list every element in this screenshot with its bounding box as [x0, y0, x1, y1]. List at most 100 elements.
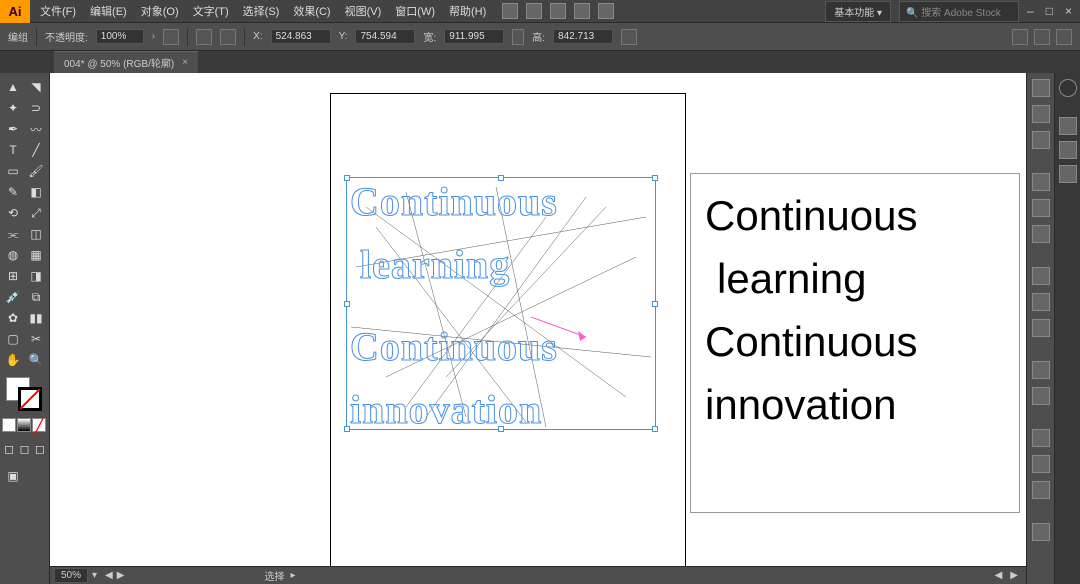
panel-r-1[interactable] [1059, 117, 1077, 135]
search-input[interactable]: 🔍 搜索 Adobe Stock [899, 1, 1019, 22]
cb-right-icon-1[interactable] [1012, 29, 1028, 45]
transform-panel-icon[interactable] [1032, 455, 1050, 473]
graphic-styles-panel-icon[interactable] [1032, 387, 1050, 405]
rectangle-tool[interactable]: ▭ [2, 161, 24, 181]
h-input[interactable]: 842.713 [553, 29, 613, 44]
cc-libraries-icon[interactable] [1059, 79, 1077, 97]
selection-mode: 编组 [8, 29, 28, 44]
magic-wand-tool[interactable]: ✦ [2, 98, 24, 118]
symbols-panel-icon[interactable] [1032, 523, 1050, 541]
properties-panel-icon[interactable] [1032, 79, 1050, 97]
screen-mode[interactable]: ▣ [2, 466, 24, 486]
menu-type[interactable]: 文字(T) [187, 0, 235, 22]
lasso-tool[interactable]: ⊃ [25, 98, 47, 118]
appearance-panel-icon[interactable] [1032, 361, 1050, 379]
tab-title: 004* @ 50% (RGB/轮廓) [64, 55, 174, 70]
type-tool[interactable]: T [2, 140, 24, 160]
align-icon-2[interactable] [220, 29, 236, 45]
selection-tool[interactable]: ▲ [2, 77, 24, 97]
fill-stroke-swatch[interactable] [2, 377, 47, 413]
slice-tool[interactable]: ✂ [25, 329, 47, 349]
swatches-panel-icon[interactable] [1032, 199, 1050, 217]
shaper-tool[interactable]: ✎ [2, 182, 24, 202]
menu-object[interactable]: 对象(O) [135, 0, 185, 22]
workspace-selector[interactable]: 基本功能 ▾ [825, 1, 891, 22]
y-input[interactable]: 754.594 [355, 29, 415, 44]
tab-close-icon[interactable]: × [182, 57, 188, 68]
menu-window[interactable]: 窗口(W) [389, 0, 441, 22]
direct-selection-tool[interactable]: ◥ [25, 77, 47, 97]
eyedropper-tool[interactable]: 💉 [2, 287, 24, 307]
menu-edit[interactable]: 编辑(E) [84, 0, 133, 22]
style-icon[interactable] [163, 29, 179, 45]
libraries-panel-icon[interactable] [1032, 131, 1050, 149]
nav-prev[interactable]: ◀ [105, 570, 113, 581]
window-minimize[interactable]: – [1027, 4, 1034, 18]
artboard-tool[interactable]: ▢ [2, 329, 24, 349]
document-tab[interactable]: 004* @ 50% (RGB/轮廓) × [54, 51, 198, 73]
menu-select[interactable]: 选择(S) [237, 0, 286, 22]
stroke-swatch[interactable] [18, 387, 42, 411]
draw-normal[interactable]: ◻ [2, 439, 16, 459]
x-input[interactable]: 524.863 [271, 29, 331, 44]
opacity-input[interactable]: 100% [96, 29, 144, 44]
quick-icon-5[interactable] [598, 3, 614, 19]
draw-behind[interactable]: ◻ [17, 439, 31, 459]
brushes-panel-icon[interactable] [1032, 225, 1050, 243]
pen-tool[interactable]: ✒ [2, 119, 24, 139]
menu-help[interactable]: 帮助(H) [443, 0, 492, 22]
scale-tool[interactable]: ⤢ [25, 203, 47, 223]
color-panel-icon[interactable] [1032, 173, 1050, 191]
eraser-tool[interactable]: ◧ [25, 182, 47, 202]
opacity-label: 不透明度: [45, 29, 88, 44]
gradient-tool[interactable]: ◨ [25, 266, 47, 286]
hand-tool[interactable]: ✋ [2, 350, 24, 370]
align-panel-icon[interactable] [1032, 429, 1050, 447]
gradient-panel-icon[interactable] [1032, 293, 1050, 311]
transparency-panel-icon[interactable] [1032, 319, 1050, 337]
panel-r-3[interactable] [1059, 165, 1077, 183]
blend-tool[interactable]: ⧉ [25, 287, 47, 307]
perspective-tool[interactable]: ▦ [25, 245, 47, 265]
shape-builder-tool[interactable]: ◍ [2, 245, 24, 265]
free-transform-tool[interactable]: ◫ [25, 224, 47, 244]
color-mode-gradient[interactable] [17, 418, 31, 432]
w-input[interactable]: 911.995 [444, 29, 504, 44]
pathfinder-panel-icon[interactable] [1032, 481, 1050, 499]
width-tool[interactable]: ⫘ [2, 224, 24, 244]
menu-file[interactable]: 文件(F) [34, 0, 82, 22]
stroke-panel-icon[interactable] [1032, 267, 1050, 285]
quick-icon-1[interactable] [502, 3, 518, 19]
curvature-tool[interactable]: 〰 [25, 119, 47, 139]
layers-panel-icon[interactable] [1032, 105, 1050, 123]
quick-icon-2[interactable] [526, 3, 542, 19]
menu-effect[interactable]: 效果(C) [287, 0, 336, 22]
scroll-right[interactable]: ▶ [1010, 570, 1018, 581]
canvas[interactable]: Continuous learning Continuous innovatio… [50, 73, 1026, 584]
window-close[interactable]: × [1065, 4, 1072, 18]
mesh-tool[interactable]: ⊞ [2, 266, 24, 286]
quick-icon-4[interactable] [574, 3, 590, 19]
nav-next[interactable]: ▶ [117, 570, 125, 581]
transform-icon[interactable] [621, 29, 637, 45]
scroll-left[interactable]: ◀ [995, 570, 1003, 581]
cb-right-icon-2[interactable] [1034, 29, 1050, 45]
graph-tool[interactable]: ▮▮ [25, 308, 47, 328]
zoom-tool[interactable]: 🔍 [25, 350, 47, 370]
color-mode-fill[interactable] [2, 418, 16, 432]
window-maximize[interactable]: □ [1046, 4, 1053, 18]
color-mode-none[interactable]: ╱ [32, 418, 46, 432]
panel-r-2[interactable] [1059, 141, 1077, 159]
align-icon-1[interactable] [196, 29, 212, 45]
menu-quick-icons [492, 3, 624, 19]
draw-inside[interactable]: ◻ [33, 439, 47, 459]
symbol-tool[interactable]: ✿ [2, 308, 24, 328]
link-wh-icon[interactable] [512, 29, 524, 45]
zoom-selector[interactable]: 50% [54, 568, 88, 583]
quick-icon-3[interactable] [550, 3, 566, 19]
menu-view[interactable]: 视图(V) [339, 0, 388, 22]
paintbrush-tool[interactable]: 🖌 [25, 161, 47, 181]
line-tool[interactable]: ╱ [25, 140, 47, 160]
cb-right-icon-3[interactable] [1056, 29, 1072, 45]
rotate-tool[interactable]: ⟲ [2, 203, 24, 223]
